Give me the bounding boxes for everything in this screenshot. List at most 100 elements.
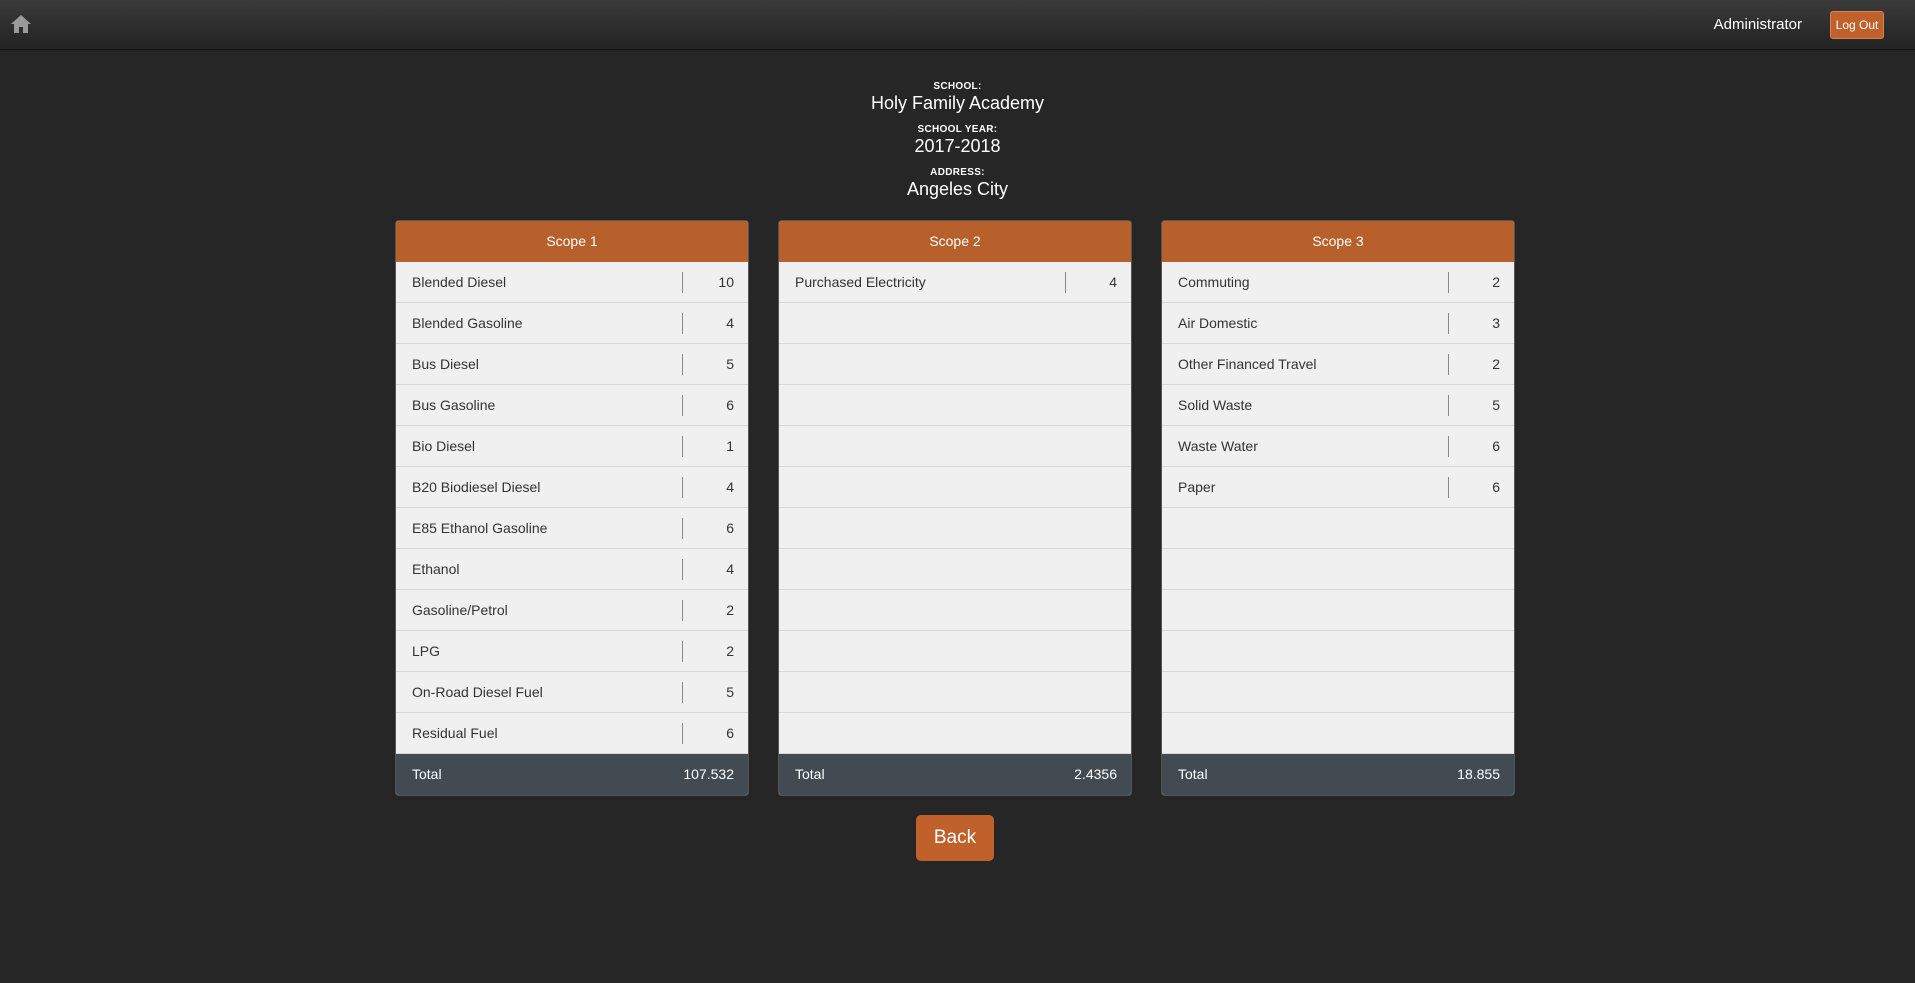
list-item (779, 631, 1131, 672)
total-label: Total (412, 766, 442, 782)
item-value: 4 (726, 479, 734, 495)
total-value: 18.855 (1457, 766, 1500, 782)
total-row: Total 18.855 (1162, 754, 1514, 795)
divider (682, 354, 683, 375)
divider (682, 723, 683, 744)
item-value: 2 (1492, 356, 1500, 372)
school-name: Holy Family Academy (870, 93, 1045, 113)
divider (682, 641, 683, 662)
list-item (779, 508, 1131, 549)
list-item: Residual Fuel 6 (396, 713, 748, 754)
scope-card-1: Scope 1 Blended Diesel 10 Blended Gasoline 4… (395, 220, 749, 796)
item-value: 4 (726, 315, 734, 331)
home-icon[interactable] (10, 14, 32, 34)
list-item (779, 590, 1131, 631)
divider (1065, 272, 1066, 293)
list-item: Bio Diesel 1 (396, 426, 748, 467)
divider (682, 477, 683, 498)
list-item: Paper 6 (1162, 467, 1514, 508)
divider (1448, 313, 1449, 334)
total-label: Total (1178, 766, 1208, 782)
item-value: 6 (726, 520, 734, 536)
item-name: Waste Water (1178, 438, 1258, 454)
item-value: 10 (718, 274, 734, 290)
item-value: 5 (726, 356, 734, 372)
scope-header: Scope 3 (1162, 221, 1514, 262)
item-name: Residual Fuel (412, 725, 498, 741)
item-value: 4 (1109, 274, 1117, 290)
divider (682, 436, 683, 457)
item-value: 4 (726, 561, 734, 577)
list-item (779, 549, 1131, 590)
total-row: Total 2.4356 (779, 754, 1131, 795)
item-name: Air Domestic (1178, 315, 1258, 331)
item-name: Gasoline/Petrol (412, 602, 508, 618)
divider (682, 395, 683, 416)
list-item (779, 467, 1131, 508)
item-name: Bus Gasoline (412, 397, 496, 413)
item-name: On-Road Diesel Fuel (412, 684, 543, 700)
back-button[interactable]: Back (916, 815, 994, 861)
divider (1448, 395, 1449, 416)
item-value: 5 (726, 684, 734, 700)
list-item: B20 Biodiesel Diesel 4 (396, 467, 748, 508)
list-item: Solid Waste 5 (1162, 385, 1514, 426)
list-item: LPG 2 (396, 631, 748, 672)
list-item (779, 385, 1131, 426)
list-item (1162, 672, 1514, 713)
list-item (1162, 631, 1514, 672)
item-name: Other Financed Travel (1178, 356, 1317, 372)
school-label: SCHOOL: (933, 81, 982, 92)
list-item (779, 713, 1131, 754)
top-navbar: Administrator Log Out (0, 0, 1915, 50)
divider (682, 518, 683, 539)
list-item: Air Domestic 3 (1162, 303, 1514, 344)
divider (682, 313, 683, 334)
item-name: B20 Biodiesel Diesel (412, 479, 541, 495)
item-name: Bio Diesel (412, 438, 476, 454)
item-value: 6 (726, 397, 734, 413)
school-year-label: SCHOOL YEAR: (917, 124, 998, 135)
scope-header: Scope 2 (779, 221, 1131, 262)
item-value: 2 (726, 602, 734, 618)
item-value: 5 (1492, 397, 1500, 413)
item-value: 1 (726, 438, 734, 454)
list-item: E85 Ethanol Gasoline 6 (396, 508, 748, 549)
divider (682, 600, 683, 621)
list-item: Ethanol 4 (396, 549, 748, 590)
list-item (779, 672, 1131, 713)
list-item: On-Road Diesel Fuel 5 (396, 672, 748, 713)
divider (1448, 354, 1449, 375)
school-year: 2017-2018 (914, 136, 1001, 156)
list-item: Bus Diesel 5 (396, 344, 748, 385)
address: Angeles City (906, 179, 1009, 199)
item-value: 6 (726, 725, 734, 741)
item-name: Purchased Electricity (795, 274, 926, 290)
divider (682, 272, 683, 293)
list-item: Waste Water 6 (1162, 426, 1514, 467)
list-item: Commuting 2 (1162, 262, 1514, 303)
list-item (1162, 549, 1514, 590)
list-item: Other Financed Travel 2 (1162, 344, 1514, 385)
divider (1448, 477, 1449, 498)
list-item: Purchased Electricity 4 (779, 262, 1131, 303)
scope-header: Scope 1 (396, 221, 748, 262)
total-label: Total (795, 766, 825, 782)
list-item: Blended Gasoline 4 (396, 303, 748, 344)
item-value: 6 (1492, 438, 1500, 454)
list-item: Blended Diesel 10 (396, 262, 748, 303)
item-name: Solid Waste (1178, 397, 1253, 413)
item-name: Blended Diesel (412, 274, 507, 290)
address-label: ADDRESS: (930, 167, 985, 178)
item-value: 3 (1492, 315, 1500, 331)
list-item (1162, 713, 1514, 754)
item-name: Blended Gasoline (412, 315, 523, 331)
divider (682, 559, 683, 580)
user-name: Administrator (1713, 16, 1802, 33)
item-value: 2 (1492, 274, 1500, 290)
list-item (1162, 508, 1514, 549)
logout-button[interactable]: Log Out (1830, 11, 1884, 39)
item-name: Bus Diesel (412, 356, 479, 372)
scope-card-3: Scope 3 Commuting 2 Air Domestic 3 Other Fina… (1161, 220, 1515, 796)
list-item (779, 303, 1131, 344)
